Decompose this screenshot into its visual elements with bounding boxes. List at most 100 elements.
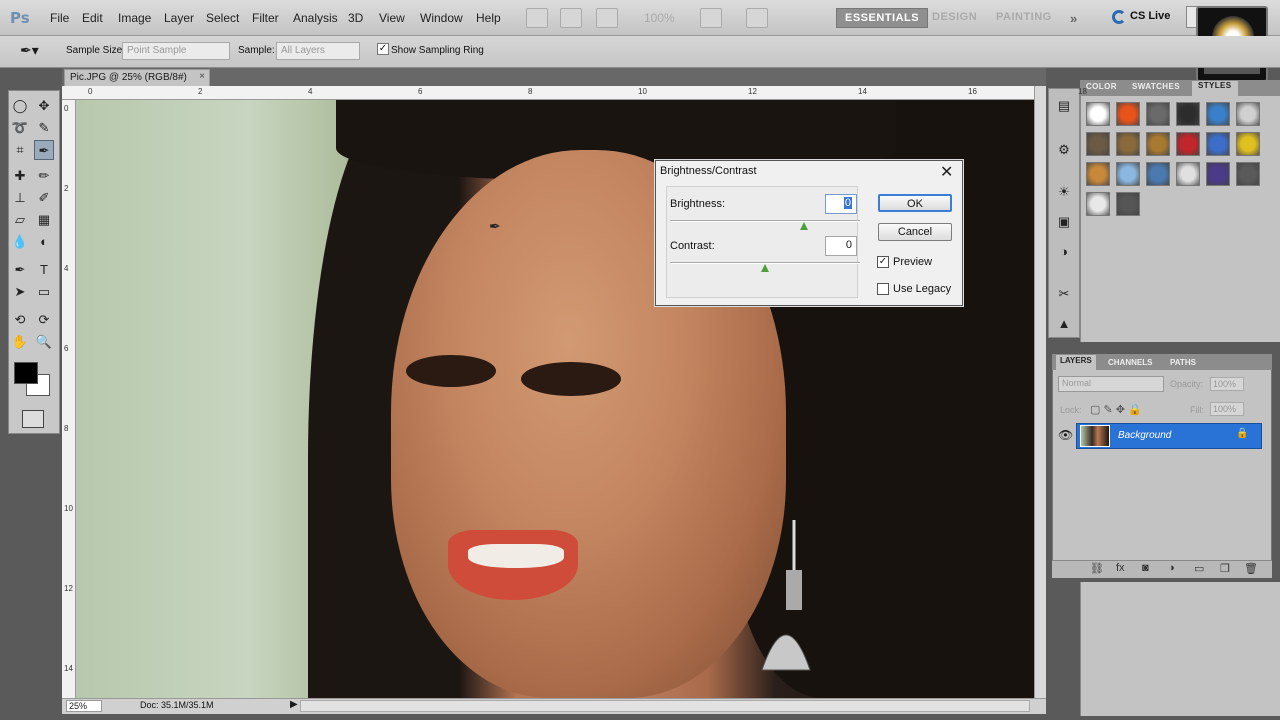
document-tab[interactable]: Pic.JPG @ 25% (RGB/8#) × [64, 69, 210, 86]
clone-source-icon[interactable]: ▲ [1054, 314, 1074, 334]
tab-channels[interactable]: CHANNELS [1108, 358, 1152, 367]
gradient-tool-icon[interactable]: ▦ [34, 210, 54, 230]
shape-tool-icon[interactable]: ▭ [34, 282, 54, 302]
preview-checkbox[interactable]: ✓ [877, 256, 889, 268]
style-swatch[interactable] [1086, 162, 1110, 186]
style-swatch[interactable] [1146, 102, 1170, 126]
screen-mode-icon[interactable] [746, 8, 768, 28]
style-swatch[interactable] [1236, 162, 1260, 186]
menu-view[interactable]: View [379, 11, 405, 25]
style-swatch[interactable] [1086, 102, 1110, 126]
style-swatch[interactable] [1086, 132, 1110, 156]
eye-icon[interactable]: 👁 [1058, 428, 1073, 442]
quick-select-tool-icon[interactable]: ✎ [34, 118, 54, 138]
layer-style-icon[interactable]: fx [1116, 562, 1125, 574]
close-icon[interactable]: ✕ [940, 162, 953, 182]
3d-panel-icon[interactable]: ◑ [1054, 242, 1074, 262]
style-swatch[interactable] [1086, 192, 1110, 216]
workspace-design[interactable]: DESIGN [924, 8, 985, 28]
brightness-input[interactable]: 0 [825, 194, 857, 214]
brightness-slider-thumb[interactable] [800, 222, 808, 230]
sample-select[interactable]: All Layers [276, 42, 360, 60]
eraser-tool-icon[interactable]: ▱ [10, 210, 30, 230]
menu-edit[interactable]: Edit [82, 11, 103, 25]
path-selection-icon[interactable]: ➤ [10, 282, 30, 302]
pen-tool-icon[interactable]: ✒ [10, 260, 30, 280]
style-swatch[interactable] [1206, 162, 1230, 186]
foreground-color-swatch[interactable] [14, 362, 38, 384]
extras-icon[interactable] [596, 8, 618, 28]
clone-stamp-icon[interactable]: ⊥ [10, 188, 30, 208]
workspace-more[interactable]: » [1062, 8, 1086, 28]
healing-brush-icon[interactable]: ✚ [10, 166, 30, 186]
tab-color[interactable]: COLOR [1086, 82, 1117, 91]
dodge-tool-icon[interactable]: ◐ [34, 232, 54, 252]
hand-tool-icon[interactable]: ✋ [10, 332, 30, 352]
sample-size-select[interactable]: Point Sample [122, 42, 230, 60]
style-swatch[interactable] [1176, 132, 1200, 156]
new-layer-icon[interactable]: ❐ [1220, 562, 1230, 575]
use-legacy-checkbox[interactable] [877, 283, 889, 295]
actions-panel-icon[interactable]: ⚙ [1054, 140, 1074, 160]
history-brush-icon[interactable]: ✐ [34, 188, 54, 208]
workspace-essentials[interactable]: ESSENTIALS [836, 8, 929, 28]
tab-swatches[interactable]: SWATCHES [1132, 82, 1180, 91]
minibridge-icon[interactable] [560, 8, 582, 28]
tab-layers[interactable]: LAYERS [1056, 355, 1096, 370]
status-menu-arrow-icon[interactable]: ▶ [290, 699, 298, 710]
zoom-field[interactable]: 25% [66, 700, 102, 712]
tab-styles[interactable]: STYLES [1192, 81, 1238, 96]
history-panel-icon[interactable]: ▤ [1054, 96, 1074, 116]
delete-layer-icon[interactable]: 🗑 [1244, 562, 1258, 575]
close-icon[interactable]: × [199, 71, 205, 82]
style-swatch[interactable] [1236, 102, 1260, 126]
adjustment-layer-icon[interactable]: ◑ [1168, 562, 1175, 574]
ok-button[interactable]: OK [878, 194, 952, 212]
adjustments-panel-icon[interactable]: ☀ [1054, 182, 1074, 202]
menu-layer[interactable]: Layer [164, 11, 194, 25]
bridge-icon[interactable] [526, 8, 548, 28]
workspace-painting[interactable]: PAINTING [988, 8, 1060, 28]
style-swatch[interactable] [1116, 132, 1140, 156]
contrast-input[interactable]: 0 [825, 236, 857, 256]
style-swatch[interactable] [1236, 132, 1260, 156]
menu-select[interactable]: Select [206, 11, 239, 25]
menu-file[interactable]: File [50, 11, 69, 25]
menu-window[interactable]: Window [420, 11, 463, 25]
new-group-icon[interactable]: ▭ [1194, 562, 1204, 575]
cslive-button[interactable]: CS Live [1130, 10, 1170, 22]
eyedropper-tool-preset-icon[interactable]: ✒▾ [20, 42, 39, 59]
horizontal-scrollbar[interactable] [300, 700, 1030, 712]
style-swatch[interactable] [1146, 132, 1170, 156]
arrange-documents-icon[interactable] [700, 8, 722, 28]
style-swatch[interactable] [1206, 102, 1230, 126]
fill-field[interactable]: 100% [1210, 402, 1244, 416]
opacity-field[interactable]: 100% [1210, 377, 1244, 391]
show-ring-checkbox[interactable]: ✓ [377, 43, 389, 55]
style-swatch[interactable] [1116, 162, 1140, 186]
vertical-scrollbar[interactable] [1034, 86, 1046, 698]
style-swatch[interactable] [1206, 132, 1230, 156]
tool-presets-icon[interactable]: ✂ [1054, 284, 1074, 304]
move-tool-icon[interactable]: ✥ [34, 96, 54, 116]
blur-tool-icon[interactable]: 💧 [10, 232, 30, 252]
marquee-tool-icon[interactable]: ◯ [10, 96, 30, 116]
crop-tool-icon[interactable]: ⌗ [10, 140, 30, 160]
cancel-button[interactable]: Cancel [878, 223, 952, 241]
style-swatch[interactable] [1116, 192, 1140, 216]
blend-mode-select[interactable]: Normal [1058, 376, 1164, 392]
quick-mask-icon[interactable] [22, 410, 44, 428]
zoom-level-menu[interactable]: 100% [644, 11, 675, 25]
menu-filter[interactable]: Filter [252, 11, 279, 25]
menu-image[interactable]: Image [118, 11, 151, 25]
link-layers-icon[interactable]: ⛓ [1090, 562, 1104, 575]
lasso-tool-icon[interactable]: ➰ [10, 118, 30, 138]
3d-rotate-icon[interactable]: ⟲ [10, 310, 30, 330]
style-swatch[interactable] [1146, 162, 1170, 186]
type-tool-icon[interactable]: T [34, 260, 54, 280]
lock-icons[interactable]: ▢ ✎ ✥ 🔒 [1090, 403, 1142, 416]
zoom-tool-icon[interactable]: 🔍 [34, 332, 54, 352]
eyedropper-tool-icon[interactable]: ✒ [34, 140, 54, 160]
3d-orbit-icon[interactable]: ⟳ [34, 310, 54, 330]
style-swatch[interactable] [1176, 162, 1200, 186]
